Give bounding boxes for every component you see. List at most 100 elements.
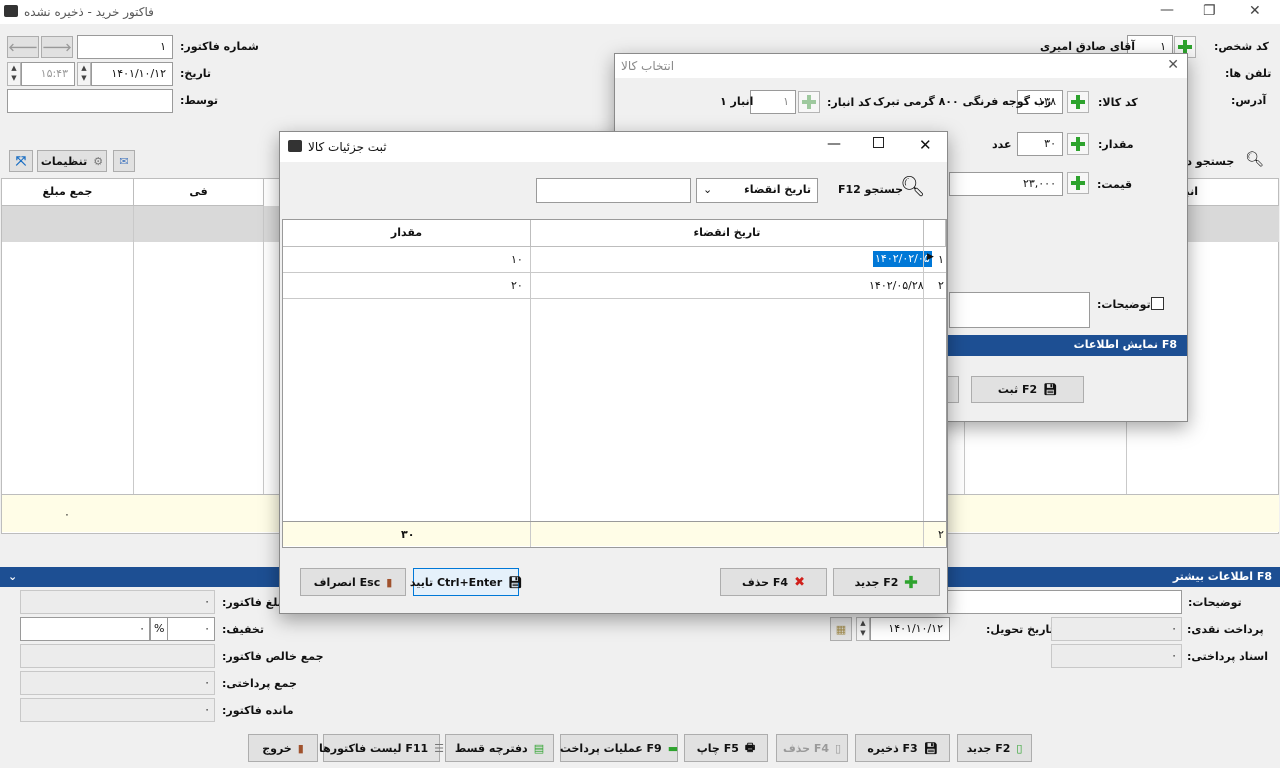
search-field-select[interactable]: تاریخ انقضاء ⌄ <box>696 178 818 203</box>
chevron-down-icon: ⌄ <box>703 183 713 196</box>
product-select-titlebar: انتخاب کالا ✕ <box>615 54 1187 78</box>
footer-total-qty: ۳۰ <box>401 528 415 541</box>
discount-pct-field[interactable]: ۰ <box>167 617 215 641</box>
restore-icon[interactable]: ❐ <box>1203 3 1216 19</box>
settings-label: تنظیمات <box>40 154 88 168</box>
exit-button[interactable]: ▮ خروج <box>248 734 318 762</box>
table-row[interactable]: ۲۰ ۱۴۰۲/۰۵/۲۸ ۲ <box>283 273 946 299</box>
print-label: F5 چاپ <box>696 741 739 755</box>
row-number: ۲ <box>938 279 944 292</box>
add-warehouse-button[interactable] <box>798 91 820 113</box>
warehouse-code-field[interactable]: ۱ <box>750 90 796 114</box>
details-search-input[interactable] <box>536 178 691 203</box>
cancel-button[interactable]: ▮ Esc انصراف <box>300 568 406 596</box>
warehouse-name: انبار ۱ <box>720 95 754 108</box>
row-expiry: ۱۴۰۲/۰۵/۲۸ <box>869 279 924 292</box>
product-desc-field[interactable] <box>949 292 1090 328</box>
details-header-expiry[interactable]: تاریخ انقضاء <box>531 220 924 247</box>
close-icon[interactable]: ✕ <box>1167 57 1179 73</box>
floppy-icon: 💾︎ <box>1043 383 1058 396</box>
row-expiry: ۱۴۰۲/۰۲/۰۵ <box>875 252 930 265</box>
details-header-qty[interactable]: مقدار <box>283 220 531 247</box>
price-field[interactable]: ۲۳,۰۰۰ <box>949 172 1063 196</box>
description-label: توضیحات: <box>1188 596 1242 609</box>
delivery-date-spinner[interactable]: ▲ ▼ <box>856 617 870 641</box>
add-quantity-button[interactable] <box>1067 133 1089 155</box>
product-select-title: انتخاب کالا <box>621 59 675 73</box>
product-code-label: کد کالا: <box>1098 96 1138 109</box>
plus-icon <box>905 575 918 589</box>
date-field[interactable]: ۱۴۰۱/۱۰/۱۲ <box>91 62 173 86</box>
chevron-down-icon: ⌄ <box>8 570 18 583</box>
invoice-number-field[interactable]: ۱ <box>77 35 173 59</box>
exit-label: خروج <box>262 741 292 755</box>
save-button[interactable]: 💾︎ F3 ذخیره <box>855 734 950 762</box>
product-desc-checkbox[interactable] <box>1151 297 1164 310</box>
minimize-icon[interactable]: — <box>827 136 841 152</box>
search-icon[interactable]: 🔍︎ <box>900 174 925 198</box>
calendar-button[interactable]: ▦ <box>830 617 852 641</box>
window-title: فاکتور خرید - ذخیره نشده <box>24 5 154 19</box>
fullscreen-button[interactable]: ⤧ <box>9 150 33 172</box>
minimize-icon[interactable]: — <box>1160 2 1174 18</box>
quantity-label: مقدار: <box>1098 138 1134 151</box>
confirm-button[interactable]: 💾︎ Ctrl+Enter تایید <box>410 568 522 596</box>
description-field[interactable] <box>946 590 1182 614</box>
installments-button[interactable]: ▤ دفترچه قسط <box>445 734 554 762</box>
time-spinner[interactable]: ▲ ▼ <box>7 62 21 86</box>
maximize-icon[interactable] <box>873 137 884 148</box>
plus-icon <box>1071 176 1085 190</box>
new-doc-icon: ▯ <box>1016 741 1023 755</box>
date-spinner[interactable]: ▲ ▼ <box>77 62 91 86</box>
expand-icon: ⤧ <box>15 153 27 169</box>
search-label: جستجو در <box>1180 155 1235 168</box>
close-icon[interactable]: ✕ <box>1249 3 1261 19</box>
remaining-label: مانده فاکتور: <box>222 704 294 717</box>
payment-total-field: ۰ <box>20 671 215 695</box>
search-icon[interactable]: 🔍︎ <box>1245 150 1264 168</box>
person-name: آقای صادق امیری <box>1040 40 1136 53</box>
title-bar: فاکتور خرید - ذخیره نشده — ❐ ✕ <box>0 0 1280 24</box>
add-product-button[interactable] <box>1067 91 1089 113</box>
email-button[interactable]: ✉ <box>113 150 135 172</box>
details-delete-button[interactable]: ✖ F4 حذف <box>720 568 827 596</box>
close-icon[interactable]: ✕ <box>919 136 932 154</box>
row-qty: ۲۰ <box>511 279 523 292</box>
plus-icon <box>1071 137 1085 151</box>
table-row[interactable]: ۱۰ ۱۴۰۲/۰۲/۰۵ ▶ ۱ <box>283 247 946 273</box>
prev-button[interactable]: 🡐 <box>7 36 39 58</box>
payment-ops-label: F9 عملیات پرداخت <box>559 741 662 755</box>
settings-button[interactable]: ⚙ تنظیمات <box>37 150 107 172</box>
person-code-label: کد شخص: <box>1214 40 1269 53</box>
show-info-label: F8 نمایش اطلاعات <box>1073 338 1177 351</box>
more-info-label: F8 اطلاعات بیشتر <box>1172 570 1272 583</box>
row-number: ۱ <box>938 253 944 266</box>
grid-header-total[interactable]: جمع مبلغ <box>2 179 134 206</box>
by-field[interactable] <box>7 89 173 113</box>
delete-button[interactable]: ▯ F4 حذف <box>776 734 848 762</box>
address-label: آدرس: <box>1231 94 1267 107</box>
payment-ops-button[interactable]: ▬ F9 عملیات پرداخت <box>560 734 678 762</box>
price-label: قیمت: <box>1097 178 1133 191</box>
payment-docs-field: ۰ <box>1051 644 1182 668</box>
new-button[interactable]: ▯ F2 جدید <box>957 734 1032 762</box>
delivery-date-field[interactable]: ۱۴۰۱/۱۰/۱۲ <box>870 617 950 641</box>
grid-header-price[interactable]: فی <box>134 179 264 206</box>
details-search-label: جستجو F12 <box>838 183 904 196</box>
grid-col-line <box>133 206 134 494</box>
next-button[interactable]: 🡒 <box>41 36 73 58</box>
product-submit-button[interactable]: 💾︎ F2 ثبت <box>971 376 1084 403</box>
remaining-field: ۰ <box>20 698 215 722</box>
grid-col-line <box>530 247 531 521</box>
details-new-button[interactable]: F2 جدید <box>833 568 940 596</box>
time-field[interactable]: ۱۵:۴۳ <box>21 62 75 86</box>
discount-amount-field[interactable]: ۰ <box>20 617 150 641</box>
print-button[interactable]: 🖶 F5 چاپ <box>684 734 768 762</box>
floppy-icon: 💾︎ <box>923 741 938 755</box>
invoice-list-button[interactable]: ☰ F11 لیست فاکتورها <box>319 734 444 762</box>
delete-label: F4 حذف <box>782 741 829 755</box>
calendar-icon: ▦ <box>835 622 847 636</box>
add-price-button[interactable] <box>1067 172 1089 194</box>
quantity-field[interactable]: ۳۰ <box>1017 132 1063 156</box>
x-icon: ✖ <box>794 574 805 590</box>
